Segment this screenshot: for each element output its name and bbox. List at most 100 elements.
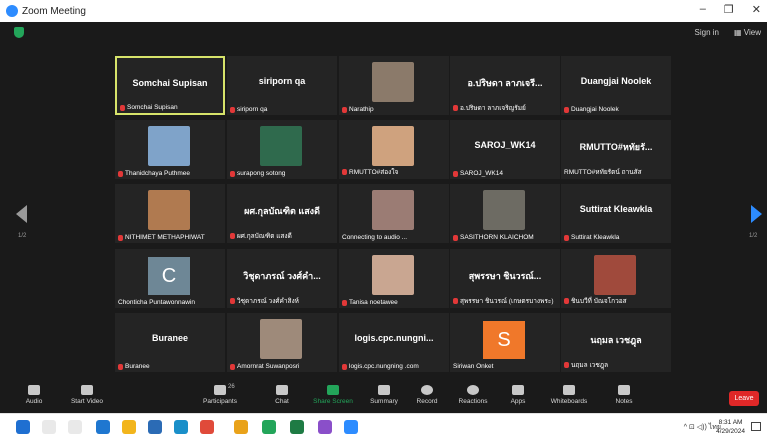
participant-caption: SASITHORN KLAICHOM [453,234,557,241]
muted-microphone-icon [564,298,569,304]
participants-icon [214,385,226,395]
muted-microphone-icon [342,299,347,306]
participant-name: logis.cpc.nungning .com [349,363,419,370]
view-label: View [743,28,761,37]
participant-name: Tanisa noetawee [349,299,398,306]
line-app-icon[interactable] [262,420,276,434]
clock-date: 4/29/2024 [716,428,745,435]
whiteboard-icon [563,385,575,395]
page-indicator-right: 1/2 [749,233,758,239]
participant-tile[interactable]: Buranee Buranee [115,313,225,372]
close-button[interactable]: ✕ [752,3,761,16]
participant-caption: surapong sotong [230,170,334,177]
participant-caption: NITHIMET METHAPHIWAT [118,234,222,241]
participant-tile[interactable]: Somchai Supisan Somchai Supisan [115,56,225,115]
participant-caption: อ.ปริษดา ลาภเจริญรัมย์ [453,103,557,113]
clock-time: 8:31 AM [718,419,743,426]
next-page-arrow-icon[interactable] [751,205,762,223]
participant-display-name: ผศ.กุลบัณฑิต แสงดี [244,206,320,216]
file-explorer-icon[interactable] [148,420,162,434]
participant-tile[interactable]: NITHIMET METHAPHIWAT [115,184,225,243]
apps-button[interactable]: Apps [506,380,530,405]
maximize-button[interactable]: ❐ [724,3,734,16]
start-video-button[interactable]: Start Video [70,380,104,405]
participant-tile[interactable]: surapong sotong [227,120,337,179]
participants-count: 26 [228,384,235,390]
participant-name: สุพรรษา ชินวรณ์ (เกษตรบางพระ) [460,298,554,305]
sign-in-link[interactable]: Sign in [695,28,719,37]
participant-name: Siriwan Onket [453,363,494,370]
view-button[interactable]: ▦ View [734,28,761,37]
audio-button[interactable]: Audio [22,380,46,405]
chat-button[interactable]: Chat [270,380,294,405]
participant-tile[interactable]: RMUTTO#หทัยรั... RMUTTO#หทัยรัตน์ ถานสัส [561,120,671,179]
participant-tile[interactable]: Thanidchaya Puthmee [115,120,225,179]
reactions-button[interactable]: Reactions [456,380,490,405]
participant-name: Chonticha Puntawonnawin [118,299,195,306]
search-icon[interactable] [42,420,56,434]
participant-tile[interactable]: Duangjai Noolek Duangjai Noolek [561,56,671,115]
participant-tile[interactable]: Narathip [339,56,449,115]
notes-button[interactable]: Notes [610,380,638,405]
app-icon-orange[interactable] [234,420,248,434]
chrome-icon[interactable] [122,420,136,434]
participant-tile[interactable]: Tanisa noetawee [339,249,449,308]
muted-microphone-icon [118,363,123,370]
muted-microphone-icon [564,234,569,241]
notification-icon[interactable] [751,422,761,431]
app-icon-red[interactable] [200,420,214,434]
participant-tile[interactable]: SAROJ_WK14 SAROJ_WK14 [450,120,560,179]
participant-caption: Connecting to audio ... [342,234,446,241]
muted-microphone-icon [342,363,347,370]
participant-tile[interactable]: logis.cpc.nungni... logis.cpc.nungning .c… [339,313,449,372]
chat-label: Chat [275,398,289,405]
security-shield-icon[interactable] [14,27,24,38]
reactions-icon [467,385,479,395]
app-icon-blue[interactable] [174,420,188,434]
participant-name: SASITHORN KLAICHOM [460,234,534,241]
participant-tile[interactable]: Amornrat Suwanposri [227,313,337,372]
participant-name: SAROJ_WK14 [460,170,503,177]
record-button[interactable]: Record [413,380,441,405]
participant-name: นฤมล เวชฎุล [571,362,609,369]
participant-tile[interactable]: SASITHORN KLAICHOM [450,184,560,243]
app-icon-purple[interactable] [318,420,332,434]
participant-tile[interactable]: Connecting to audio ... [339,184,449,243]
participant-tile[interactable]: siriporn qa siriporn qa [227,56,337,115]
participant-tile[interactable]: วิชุดาภรณ์ วงศ์คำ... วิชุดาภรณ์ วงศ์คำสิง… [227,249,337,308]
participant-tile[interactable]: Suttirat Kleawkla Suttirat Kleawkla [561,184,671,243]
participant-caption: Buranee [118,363,222,370]
participant-tile[interactable]: RMUTTO#ส่องใจ [339,120,449,179]
participant-display-name: Somchai Supisan [132,78,208,88]
task-view-icon[interactable] [68,420,82,434]
muted-microphone-icon [230,106,235,113]
participants-label: Participants [203,398,237,405]
whiteboards-button[interactable]: Whiteboards [548,380,590,405]
participant-tile[interactable]: S Siriwan Onket [450,313,560,372]
muted-microphone-icon [230,363,235,370]
leave-button[interactable]: Leave [729,391,759,406]
participant-tile[interactable]: C Chonticha Puntawonnawin [115,249,225,308]
participant-caption: Narathip [342,106,446,113]
share-screen-icon [327,385,339,395]
participant-caption: Suttirat Kleawkla [564,234,668,241]
summary-button[interactable]: Summary [367,380,401,405]
participant-tile[interactable]: สุพรรษา ชินวรณ์... สุพรรษา ชินวรณ์ (เกษตร… [450,249,560,308]
minimize-button[interactable]: – [700,3,706,16]
previous-page-arrow-icon[interactable] [16,205,27,223]
participant-video-thumbnail [148,126,190,166]
edge-browser-icon[interactable] [96,420,110,434]
taskbar-clock[interactable]: 8:31 AM 4/29/2024 [716,418,745,436]
zoom-taskbar-icon[interactable] [344,420,358,434]
record-label: Record [416,398,438,405]
participant-tile[interactable]: ชินบวีที่ บัณจโกวอส [561,249,671,308]
participant-name: Buranee [125,363,150,370]
participants-button[interactable]: 26 Participants [200,380,240,405]
windows-start-icon[interactable] [16,420,30,434]
participant-tile[interactable]: อ.ปริษดา ลาภเจรี... อ.ปริษดา ลาภเจริญรัมย… [450,56,560,115]
excel-icon[interactable] [290,420,304,434]
participant-tile[interactable]: นฤมล เวชฎุล นฤมล เวชฎุล [561,313,671,372]
participant-tile[interactable]: ผศ.กุลบัณฑิต แสงดี ผศ.กุลบัณฑิต แสงดี [227,184,337,243]
share-screen-button[interactable]: Share Screen [312,380,354,405]
record-icon [421,385,433,395]
